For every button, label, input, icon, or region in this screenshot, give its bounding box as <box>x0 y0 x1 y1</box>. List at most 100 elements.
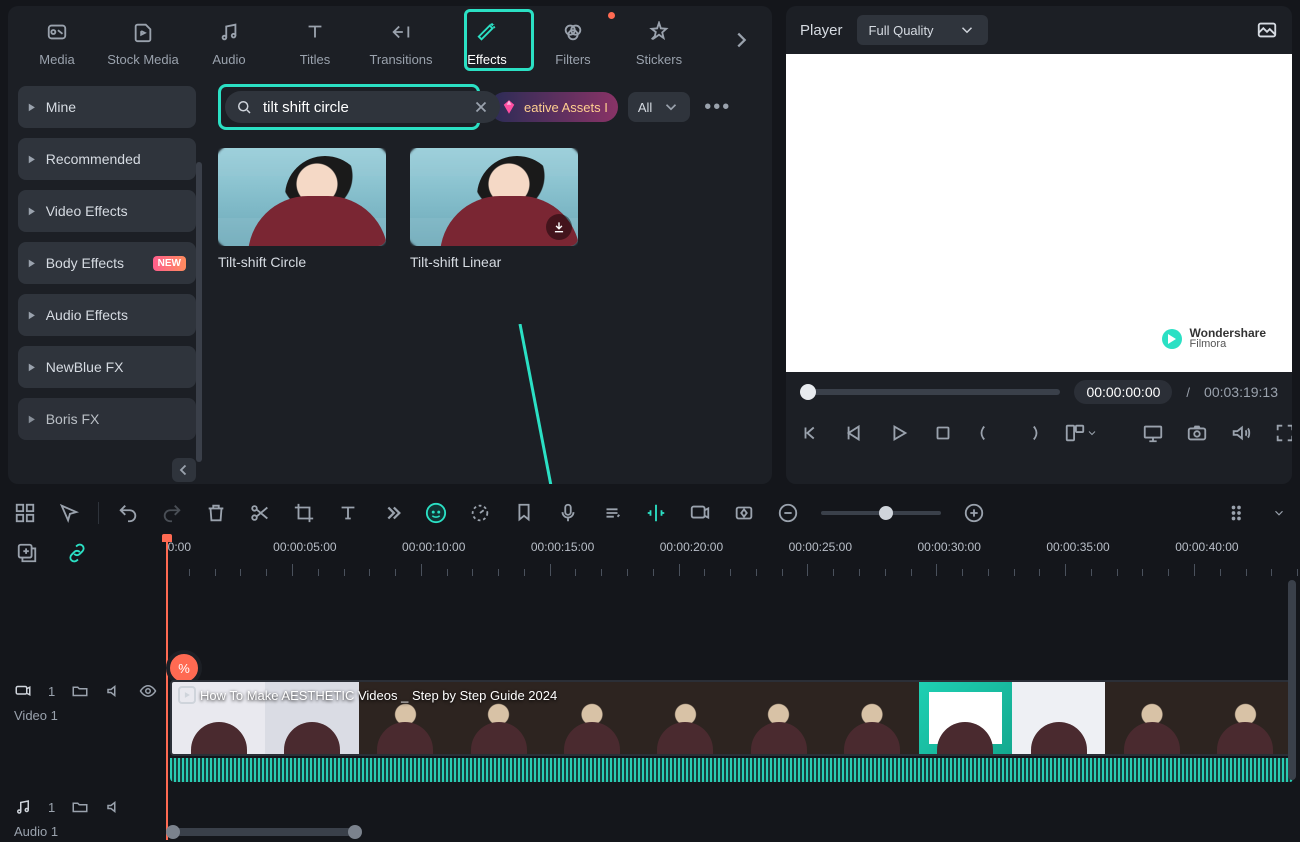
player-quality-dropdown[interactable]: Full Quality <box>857 15 988 45</box>
sidebar-item-video-effects[interactable]: ▶ Video Effects <box>18 190 196 232</box>
marker-tool-button[interactable] <box>513 502 535 524</box>
filter-dropdown[interactable]: All <box>628 92 690 122</box>
player-time-separator: / <box>1186 385 1190 400</box>
voiceover-button[interactable] <box>557 502 579 524</box>
sidebar-item-body-effects[interactable]: ▶ Body Effects NEW <box>18 242 196 284</box>
sidebar-item-boris-fx[interactable]: ▶ Boris FX <box>18 398 196 440</box>
main-tabs: Media Stock Media Audio <box>8 6 772 74</box>
more-options-button[interactable]: ••• <box>700 96 735 119</box>
search-field[interactable] <box>225 91 500 123</box>
timeline-horizontal-scrollbar[interactable] <box>166 828 1290 836</box>
timeline-view-chevron[interactable] <box>1272 502 1286 524</box>
clear-search-button[interactable] <box>472 98 490 116</box>
sidebar-scrollbar[interactable] <box>196 162 202 462</box>
link-toggle-button[interactable] <box>66 542 88 564</box>
delete-button[interactable] <box>205 502 227 524</box>
search-icon <box>235 98 253 116</box>
sidebar-item-label: Boris FX <box>46 411 100 427</box>
record-screen-button[interactable] <box>689 502 711 524</box>
split-button[interactable] <box>249 502 271 524</box>
tab-label: Media <box>39 52 74 67</box>
filter-dropdown-label: All <box>638 100 652 115</box>
keyframe-button[interactable] <box>733 502 755 524</box>
tab-stickers[interactable]: Stickers <box>616 14 702 67</box>
player-title: Player <box>800 22 843 39</box>
video-clip[interactable]: How To Make AESTHETIC Videos _ Step by S… <box>170 680 1294 756</box>
stop-button[interactable] <box>932 422 954 444</box>
effect-card-tilt-shift-linear[interactable]: Tilt-shift Linear <box>410 148 578 270</box>
tab-label: Stickers <box>636 52 682 67</box>
effects-sidebar: ▶ Mine ▶ Recommended ▶ Video Effects ▶ B… <box>8 74 204 484</box>
snapshot-icon[interactable] <box>1256 19 1278 41</box>
layout-dropdown[interactable] <box>1064 422 1098 444</box>
tab-filters[interactable]: Filters <box>530 14 616 67</box>
toolbar-more-button[interactable] <box>381 502 403 524</box>
player-panel: Player Full Quality Wondershare Filmora <box>786 6 1292 484</box>
chevron-right-icon: ▶ <box>29 310 35 321</box>
filters-notification-dot <box>608 12 615 19</box>
auto-beat-button[interactable] <box>645 502 667 524</box>
download-icon[interactable] <box>546 214 572 240</box>
search-input[interactable] <box>261 98 464 117</box>
audio-mixer-button[interactable] <box>601 502 623 524</box>
folder-icon[interactable] <box>71 798 89 816</box>
zoom-thumb[interactable] <box>879 506 893 520</box>
crop-button[interactable] <box>293 502 315 524</box>
tab-label: Titles <box>300 52 331 67</box>
creative-assets-button[interactable]: eative Assets I <box>490 92 618 122</box>
tabs-scroll-right[interactable] <box>716 21 766 59</box>
folder-icon[interactable] <box>71 682 89 700</box>
add-track-button[interactable] <box>16 542 38 564</box>
redo-button[interactable] <box>161 502 183 524</box>
mute-toggle[interactable] <box>105 682 123 700</box>
text-tool-button[interactable] <box>337 502 359 524</box>
ai-tool-button[interactable] <box>425 502 447 524</box>
tab-media[interactable]: Media <box>14 14 100 67</box>
display-settings-button[interactable] <box>1142 422 1164 444</box>
sidebar-collapse-button[interactable] <box>172 458 196 482</box>
effect-card-tilt-shift-circle[interactable]: Tilt-shift Circle <box>218 148 386 270</box>
capture-button[interactable] <box>1186 422 1208 444</box>
play-button[interactable] <box>888 422 910 444</box>
timeline-vertical-scrollbar[interactable] <box>1288 580 1296 780</box>
player-viewport[interactable]: Wondershare Filmora <box>786 54 1292 372</box>
ruler-label: 00:00:40:00 <box>1175 540 1238 554</box>
stock-media-icon <box>132 18 154 46</box>
track-manager-button[interactable] <box>14 502 36 524</box>
media-icon <box>46 18 68 46</box>
mute-toggle[interactable] <box>105 798 123 816</box>
mark-out-button[interactable] <box>1020 422 1042 444</box>
effects-content: eative Assets I All ••• <box>204 74 772 484</box>
fullscreen-button[interactable] <box>1274 422 1292 444</box>
mark-in-button[interactable] <box>976 422 998 444</box>
sidebar-item-recommended[interactable]: ▶ Recommended <box>18 138 196 180</box>
creative-assets-label: eative Assets I <box>524 100 608 115</box>
chevron-right-icon: ▶ <box>29 154 35 165</box>
speed-tool-button[interactable] <box>469 502 491 524</box>
play-backward-button[interactable] <box>844 422 866 444</box>
sidebar-item-newblue-fx[interactable]: ▶ NewBlue FX <box>18 346 196 388</box>
volume-button[interactable] <box>1230 422 1252 444</box>
sidebar-item-audio-effects[interactable]: ▶ Audio Effects <box>18 294 196 336</box>
zoom-slider[interactable] <box>821 511 941 515</box>
zoom-in-button[interactable] <box>963 502 985 524</box>
timeline-ruler[interactable]: 00:0000:00:05:0000:00:10:0000:00:15:0000… <box>166 536 1300 580</box>
undo-button[interactable] <box>117 502 139 524</box>
tab-effects[interactable]: Effects <box>444 14 530 67</box>
selection-tool-button[interactable] <box>58 502 80 524</box>
tab-label: Filters <box>555 52 590 67</box>
tab-stock-media[interactable]: Stock Media <box>100 14 186 67</box>
zoom-out-button[interactable] <box>777 502 799 524</box>
timeline-view-button[interactable] <box>1228 502 1250 524</box>
player-time-total: 00:03:19:13 <box>1204 384 1278 400</box>
prev-frame-button[interactable] <box>800 422 822 444</box>
video-track-index: 1 <box>48 684 55 699</box>
tab-audio[interactable]: Audio <box>186 14 272 67</box>
tab-titles[interactable]: Titles <box>272 14 358 67</box>
visibility-toggle[interactable] <box>139 682 157 700</box>
gem-icon <box>500 98 518 116</box>
sidebar-item-mine[interactable]: ▶ Mine <box>18 86 196 128</box>
seek-thumb[interactable] <box>800 384 816 400</box>
tab-transitions[interactable]: Transitions <box>358 14 444 67</box>
player-seek-slider[interactable] <box>800 389 1060 395</box>
